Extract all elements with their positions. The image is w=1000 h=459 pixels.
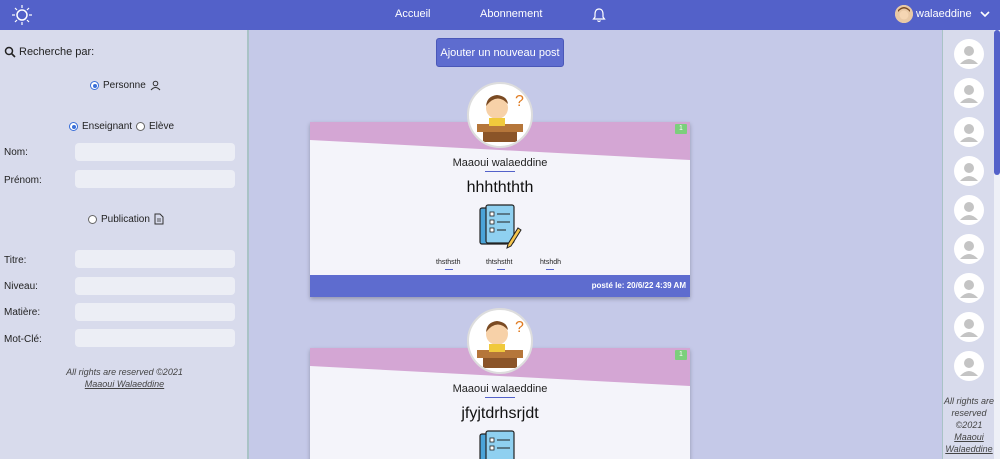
default-avatar-icon[interactable] xyxy=(954,78,984,108)
default-avatar-icon[interactable] xyxy=(954,273,984,303)
nav-link-accueil[interactable]: Accueil xyxy=(395,8,430,20)
titre-label: Titre: xyxy=(4,255,27,266)
post-author[interactable]: Maaoui walaeddine xyxy=(310,157,690,169)
svg-text:?: ? xyxy=(515,319,524,336)
author-underline xyxy=(485,397,515,398)
left-footer-author-link[interactable]: Maaoui Walaeddine xyxy=(0,378,249,390)
scrollbar-thumb[interactable] xyxy=(994,30,1000,175)
teacher-label: Enseignant xyxy=(82,121,133,132)
post-title[interactable]: hhhththth xyxy=(310,179,690,197)
student-thinking-icon: ? xyxy=(477,319,524,368)
search-title: Recherche par: xyxy=(4,46,94,58)
post-tag[interactable]: htshdh xyxy=(540,259,561,266)
user-icon xyxy=(150,80,161,91)
contacts-sidebar: All rights are reserved ©2021 Maaoui Wal… xyxy=(942,30,994,459)
publication-option[interactable]: Publication xyxy=(88,213,164,225)
add-post-button[interactable]: Ajouter un nouveau post xyxy=(436,38,564,67)
nav-link-abonnement[interactable]: Abonnement xyxy=(480,8,542,20)
post-badge: 1 xyxy=(675,124,687,134)
niveau-label: Niveau: xyxy=(4,281,38,292)
post-author-avatar[interactable]: ? xyxy=(467,308,533,374)
search-sidebar: Recherche par: Personne Enseignant Elève… xyxy=(0,30,249,459)
search-icon xyxy=(4,46,16,58)
user-avatar[interactable] xyxy=(895,5,913,23)
post-title[interactable]: jfyjtdrhsrjdt xyxy=(310,405,690,423)
student-thinking-icon: ? xyxy=(477,93,524,142)
post-date-footer: posté le: 20/6/22 4:39 AM xyxy=(310,275,690,297)
tag-underline xyxy=(546,269,554,270)
post-badge: 1 xyxy=(675,350,687,360)
svg-text:?: ? xyxy=(515,93,524,110)
prenom-input[interactable] xyxy=(75,170,235,188)
student-label: Elève xyxy=(149,121,175,132)
motcle-label: Mot-Clé: xyxy=(4,334,42,345)
left-footer-rights: All rights are reserved ©2021 xyxy=(66,367,183,377)
matiere-label: Matière: xyxy=(4,307,41,318)
publication-radio[interactable] xyxy=(88,214,97,224)
nom-input[interactable] xyxy=(75,143,235,161)
person-radio[interactable] xyxy=(90,81,99,90)
author-underline xyxy=(485,171,515,172)
student-option[interactable]: Elève xyxy=(136,121,174,132)
right-footer-author-link[interactable]: Maaoui Walaeddine xyxy=(943,431,995,455)
default-avatar-icon[interactable] xyxy=(954,39,984,69)
motcle-input[interactable] xyxy=(75,329,235,347)
chevron-down-icon[interactable] xyxy=(979,8,991,20)
teacher-option[interactable]: Enseignant xyxy=(69,121,132,132)
tag-underline xyxy=(497,269,505,270)
titre-input[interactable] xyxy=(75,250,235,268)
post-tag[interactable]: thtshstht xyxy=(486,259,512,266)
post-author-avatar[interactable]: ? xyxy=(467,82,533,148)
user-face-icon xyxy=(895,5,913,23)
matiere-input[interactable] xyxy=(75,303,235,321)
person-option[interactable]: Personne xyxy=(90,80,161,91)
prenom-label: Prénom: xyxy=(4,175,42,186)
nom-label: Nom: xyxy=(4,147,28,158)
niveau-input[interactable] xyxy=(75,277,235,295)
right-footer-rights: All rights are reserved ©2021 xyxy=(943,396,995,430)
scrollbar[interactable] xyxy=(994,30,1000,459)
teacher-radio[interactable] xyxy=(69,122,78,131)
right-footer: All rights are reserved ©2021 Maaoui Wal… xyxy=(943,395,995,455)
default-avatar-icon[interactable] xyxy=(954,156,984,186)
sun-logo-icon[interactable] xyxy=(9,4,35,26)
left-footer: All rights are reserved ©2021 Maaoui Wal… xyxy=(0,366,249,390)
post-card[interactable]: 1 Maaoui walaeddine hhhththth thsthsth t… xyxy=(310,122,690,297)
checklist-icon xyxy=(479,204,522,249)
default-avatar-icon[interactable] xyxy=(954,312,984,342)
default-avatar-icon[interactable] xyxy=(954,351,984,381)
default-avatar-icon[interactable] xyxy=(954,195,984,225)
default-avatar-icon[interactable] xyxy=(954,234,984,264)
person-label: Personne xyxy=(103,80,146,91)
publication-label: Publication xyxy=(101,213,150,225)
bell-icon[interactable] xyxy=(592,7,606,23)
top-nav: Accueil Abonnement walaeddine xyxy=(0,0,1000,30)
tag-underline xyxy=(445,269,453,270)
default-avatar-icon[interactable] xyxy=(954,117,984,147)
checklist-icon xyxy=(479,430,515,459)
user-name[interactable]: walaeddine xyxy=(916,8,972,20)
post-author[interactable]: Maaoui walaeddine xyxy=(310,383,690,395)
student-radio[interactable] xyxy=(136,122,145,131)
post-tag[interactable]: thsthsth xyxy=(436,259,461,266)
search-title-text: Recherche par: xyxy=(19,46,95,58)
document-icon xyxy=(154,213,164,225)
